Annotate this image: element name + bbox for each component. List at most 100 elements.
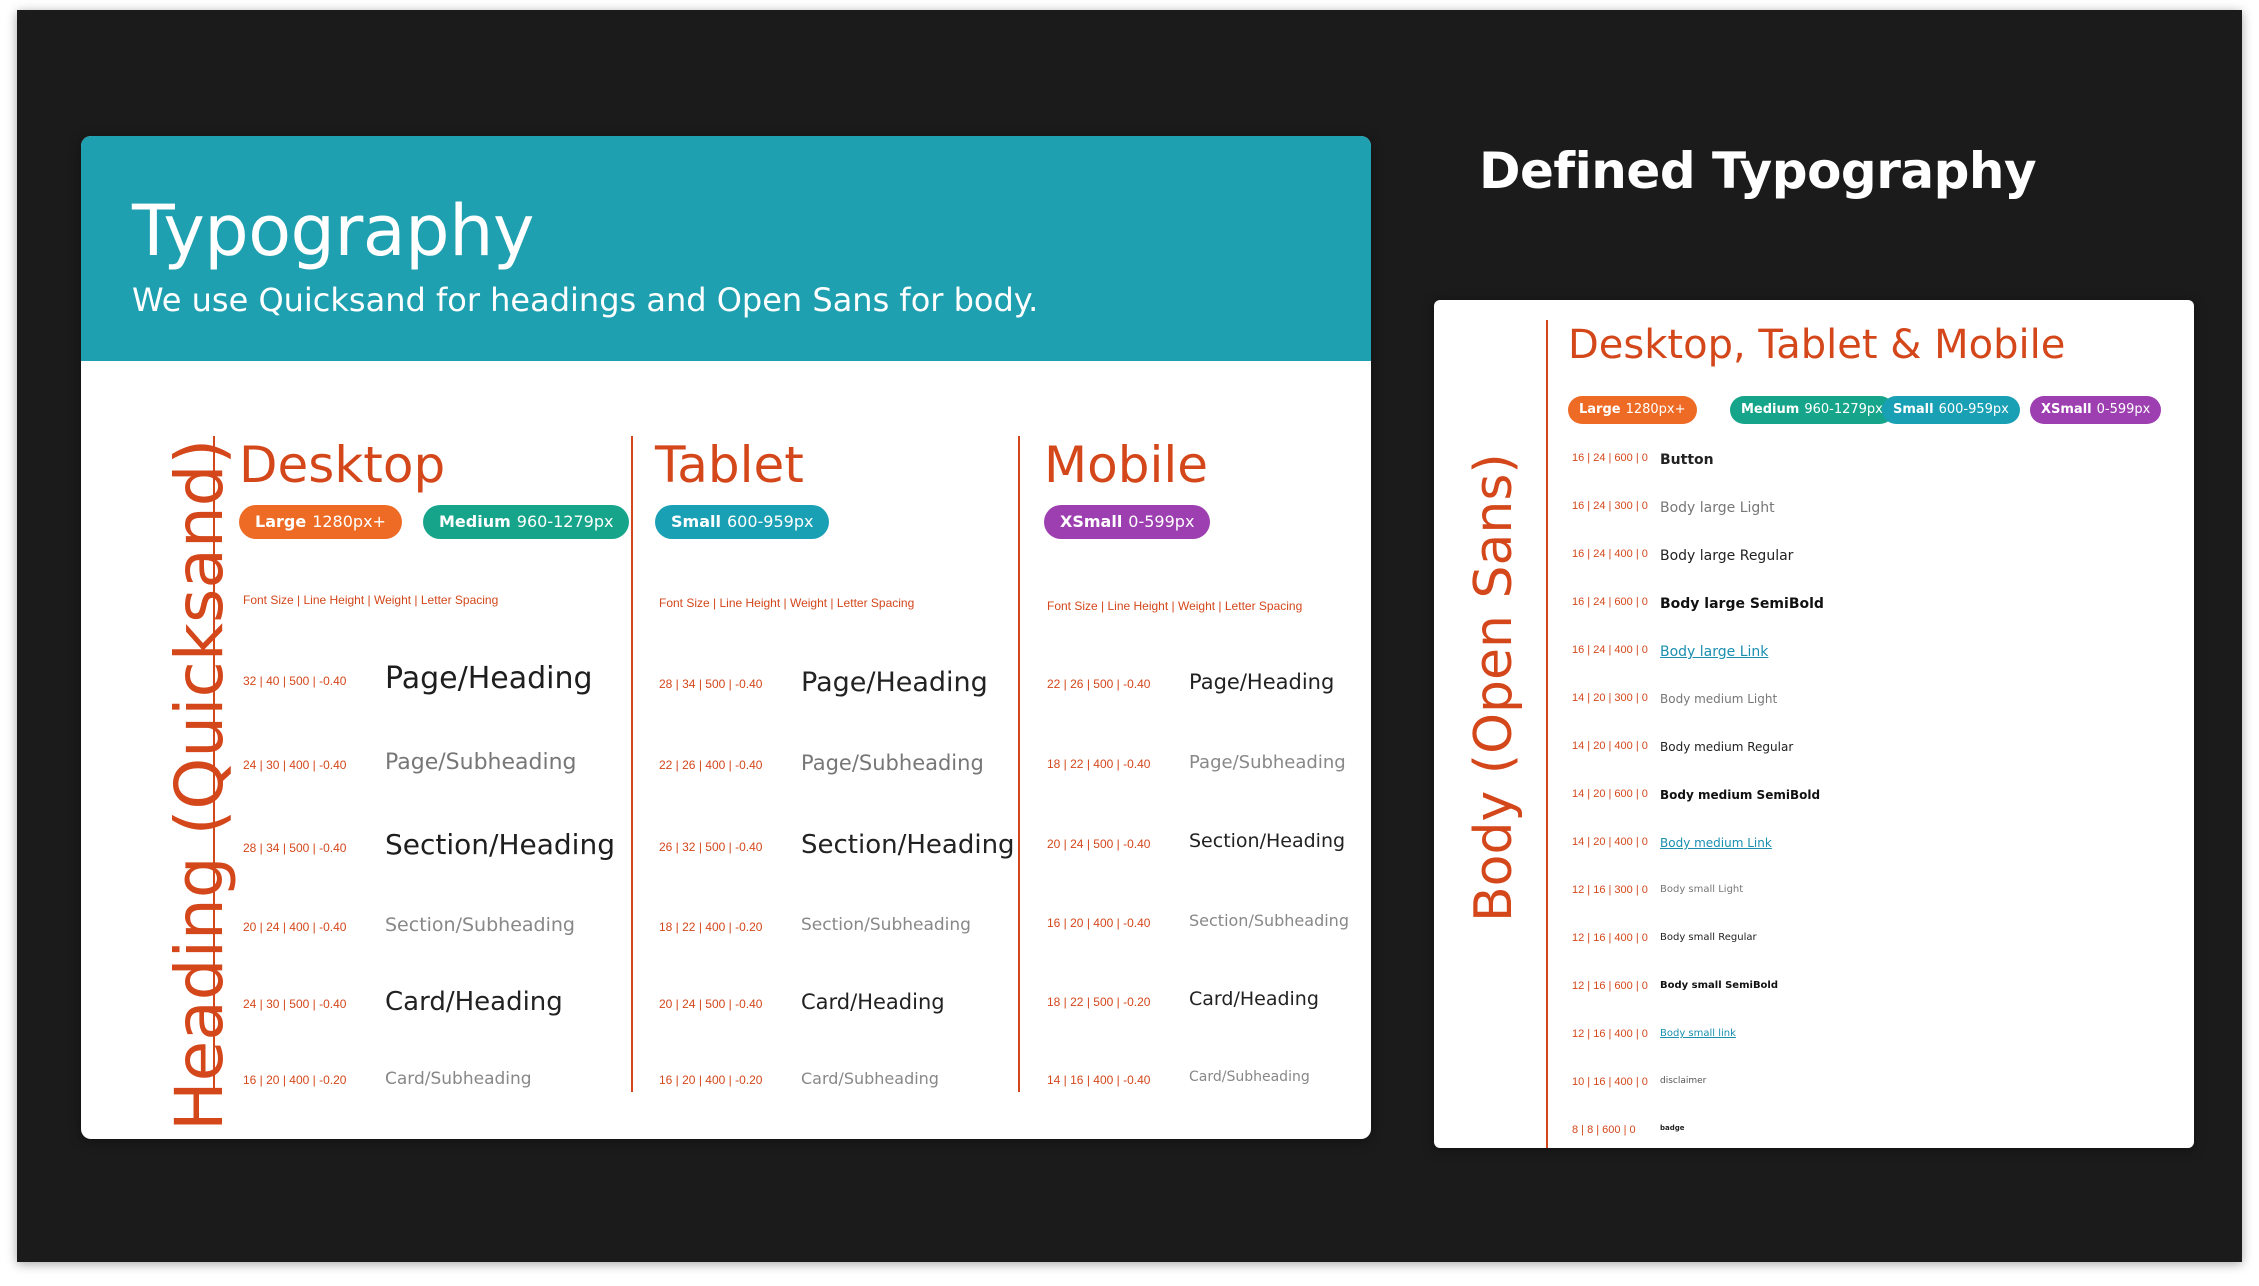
type-specs: 28 | 34 | 500 | -0.40 — [659, 677, 763, 691]
type-sample: Card/Subheading — [1189, 1069, 1310, 1085]
type-sample: Section/Subheading — [801, 915, 971, 935]
type-sample: Card/Heading — [801, 990, 945, 1014]
type-specs: 12 | 16 | 400 | 0 — [1572, 1028, 1648, 1040]
type-sample: Card/Subheading — [385, 1069, 532, 1089]
type-specs: 12 | 16 | 300 | 0 — [1572, 884, 1648, 896]
spec-legend: Font Size | Line Height | Weight | Lette… — [659, 596, 915, 610]
slide-title: Defined Typography — [1479, 142, 2037, 200]
type-sample: Body large Light — [1660, 500, 1775, 516]
type-specs: 16 | 24 | 600 | 0 — [1572, 452, 1648, 464]
type-sample: Body medium Regular — [1660, 740, 1794, 754]
pill-label: Medium — [1741, 402, 1800, 417]
type-sample: Page/Subheading — [1189, 752, 1346, 773]
type-specs: 14 | 20 | 400 | 0 — [1572, 740, 1648, 752]
type-sample: Page/Heading — [385, 661, 593, 696]
type-specs: 16 | 24 | 300 | 0 — [1572, 500, 1648, 512]
type-sample: Body large Regular — [1660, 548, 1794, 564]
type-sample: Page/Subheading — [801, 751, 984, 775]
type-specs: 22 | 26 | 500 | -0.40 — [1047, 677, 1151, 691]
xsmall-breakpoint-pill: XSmall 0-599px — [1044, 505, 1211, 539]
type-sample: Card/Heading — [1189, 988, 1319, 1010]
type-specs: 18 | 22 | 400 | -0.40 — [1047, 757, 1151, 771]
pill-label: Medium — [439, 512, 511, 531]
type-specs: 12 | 16 | 400 | 0 — [1572, 932, 1648, 944]
typography-banner: Typography We use Quicksand for headings… — [81, 136, 1371, 361]
type-sample-link[interactable]: Body medium Link — [1660, 836, 1772, 850]
desktop-column-title: Desktop — [239, 436, 446, 494]
type-specs: 28 | 34 | 500 | -0.40 — [243, 841, 347, 855]
pill-range: 1280px+ — [312, 512, 386, 531]
type-sample: Body small Light — [1660, 884, 1744, 895]
type-sample: Body medium SemiBold — [1660, 788, 1821, 802]
banner-title: Typography — [132, 190, 534, 272]
spec-legend: Font Size | Line Height | Weight | Lette… — [243, 593, 499, 607]
slide-background: Defined Typography Typography We use Qui… — [17, 10, 2242, 1262]
body-column-rule — [1546, 320, 1548, 1148]
type-specs: 14 | 20 | 600 | 0 — [1572, 788, 1648, 800]
type-sample: Section/Heading — [385, 828, 615, 861]
type-sample: Body small SemiBold — [1660, 980, 1779, 991]
mobile-column-rule — [1018, 436, 1020, 1092]
type-specs: 24 | 30 | 500 | -0.40 — [243, 997, 347, 1011]
medium-breakpoint-pill: Medium 960-1279px — [1730, 396, 1894, 424]
type-sample: Page/Heading — [801, 667, 988, 698]
type-specs: 10 | 16 | 400 | 0 — [1572, 1076, 1648, 1088]
type-specs: 16 | 24 | 400 | 0 — [1572, 644, 1648, 656]
type-specs: 32 | 40 | 500 | -0.40 — [243, 674, 347, 688]
type-specs: 24 | 30 | 400 | -0.40 — [243, 758, 347, 772]
type-specs: 22 | 26 | 400 | -0.40 — [659, 758, 763, 772]
pill-label: Large — [1579, 402, 1621, 417]
type-specs: 20 | 24 | 500 | -0.40 — [1047, 837, 1151, 851]
pill-label: XSmall — [1060, 512, 1123, 531]
mobile-column-title: Mobile — [1044, 436, 1209, 494]
type-specs: 16 | 24 | 400 | 0 — [1572, 548, 1648, 560]
pill-range: 600-959px — [1938, 402, 2009, 417]
type-specs: 12 | 16 | 600 | 0 — [1572, 980, 1648, 992]
heading-typography-card: Typography We use Quicksand for headings… — [81, 136, 1371, 1139]
pill-range: 600-959px — [726, 512, 814, 531]
type-specs: 18 | 22 | 400 | -0.20 — [659, 920, 763, 934]
type-specs: 16 | 20 | 400 | -0.20 — [243, 1073, 347, 1087]
large-breakpoint-pill: Large 1280px+ — [1568, 396, 1697, 424]
pill-range: 1280px+ — [1625, 402, 1686, 417]
type-sample: Body medium Light — [1660, 692, 1778, 706]
tablet-column-rule — [631, 436, 633, 1092]
tablet-column-title: Tablet — [655, 436, 804, 494]
type-specs: 14 | 20 | 300 | 0 — [1572, 692, 1648, 704]
pill-label: Small — [671, 512, 721, 531]
type-sample: Page/Subheading — [385, 750, 577, 775]
spec-legend: Font Size | Line Height | Weight | Lette… — [1047, 599, 1303, 613]
type-sample: Section/Subheading — [1189, 911, 1349, 930]
body-card-title: Desktop, Tablet & Mobile — [1568, 322, 2066, 368]
xsmall-breakpoint-pill: XSmall 0-599px — [2030, 396, 2162, 424]
type-specs: 20 | 24 | 500 | -0.40 — [659, 997, 763, 1011]
type-sample: disclaimer — [1660, 1076, 1707, 1086]
type-sample: Card/Heading — [385, 987, 563, 1017]
type-specs: 8 | 8 | 600 | 0 — [1572, 1124, 1636, 1136]
type-sample: Button — [1660, 452, 1714, 468]
type-specs: 14 | 16 | 400 | -0.40 — [1047, 1073, 1151, 1087]
pill-label: Small — [1893, 402, 1934, 417]
large-breakpoint-pill: Large 1280px+ — [239, 505, 402, 539]
type-specs: 26 | 32 | 500 | -0.40 — [659, 840, 763, 854]
type-sample: badge — [1660, 1124, 1685, 1132]
body-vertical-label: Body (Open Sans) — [1464, 453, 1524, 922]
heading-vertical-label: Heading (Quicksand) — [161, 438, 238, 1131]
pill-range: 960-1279px — [1804, 402, 1883, 417]
banner-subtitle: We use Quicksand for headings and Open S… — [132, 281, 1039, 319]
medium-breakpoint-pill: Medium 960-1279px — [423, 505, 630, 539]
type-sample: Card/Subheading — [801, 1069, 939, 1088]
type-specs: 18 | 22 | 500 | -0.20 — [1047, 995, 1151, 1009]
type-sample: Body large SemiBold — [1660, 596, 1824, 612]
type-sample: Section/Heading — [1189, 830, 1346, 852]
type-sample: Body small Regular — [1660, 932, 1757, 943]
small-breakpoint-pill: Small 600-959px — [655, 505, 830, 539]
type-specs: 16 | 20 | 400 | -0.20 — [659, 1073, 763, 1087]
pill-range: 960-1279px — [516, 512, 614, 531]
pill-label: Large — [255, 512, 307, 531]
type-sample: Page/Heading — [1189, 670, 1335, 694]
pill-range: 0-599px — [1128, 512, 1195, 531]
type-specs: 14 | 20 | 400 | 0 — [1572, 836, 1648, 848]
type-sample-link[interactable]: Body large Link — [1660, 644, 1768, 660]
type-sample-link[interactable]: Body small link — [1660, 1028, 1736, 1039]
